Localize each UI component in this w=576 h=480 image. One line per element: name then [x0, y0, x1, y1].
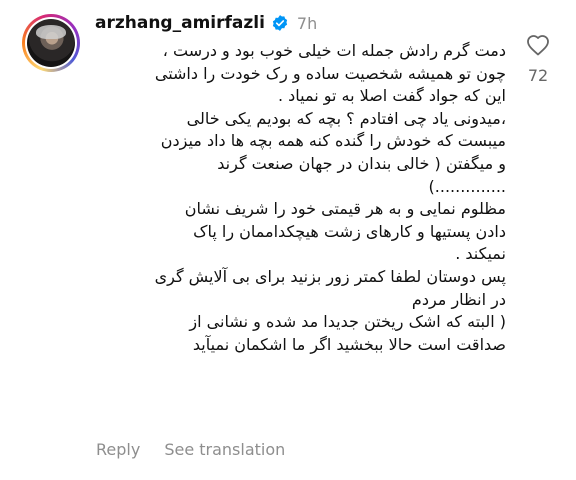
like-area: 72	[520, 34, 556, 85]
comment-line: دمت گرم رادش جمله ات خیلی خوب بود و درست…	[162, 41, 506, 60]
avatar-hair	[36, 25, 66, 39]
comment-line: صداقت است حالا ببخشید اگر ما اشکمان نمیآ…	[192, 334, 506, 354]
username[interactable]: arzhang_amirfazli	[95, 13, 265, 33]
comment-line: دادن پستیها و کارهای زشت هیچکداممان را پ…	[193, 221, 506, 241]
see-translation-button[interactable]: See translation	[164, 440, 285, 459]
comment-line: نمیکند .	[455, 244, 506, 264]
comment-line: در انظار مردم	[411, 289, 506, 309]
comment-actions: Reply See translation	[96, 440, 309, 459]
comment-line: ( البته که اشک ریختن جدیدا مد شده و نشان…	[189, 312, 506, 332]
like-count: 72	[527, 66, 549, 85]
verified-badge-icon	[271, 14, 289, 32]
heart-outline-icon[interactable]	[526, 34, 550, 60]
comment-line: ،میدونی یاد چی افتادم ؟ بچه که بودیم یکی…	[186, 108, 506, 128]
avatar-photo	[27, 19, 75, 67]
comment-header: arzhang_amirfazli 7h	[95, 12, 317, 34]
reply-button[interactable]: Reply	[96, 440, 140, 459]
comment-line: میبست که خودش را گنده کنه همه بچه ها داد…	[160, 131, 506, 151]
comment-text: دمت گرم رادش جمله ات خیلی خوب بود و درست…	[80, 40, 506, 356]
avatar[interactable]	[22, 14, 80, 72]
comment-line: مظلوم نمایی و به هر قیمتی خود را شریف نش…	[184, 199, 506, 219]
comment-line: و میگفتن ( خالی بندان در جهان صنعت گرند	[217, 153, 506, 173]
comment-line: چون تو همیشه شخصیت ساده و رک خودت را داش…	[154, 63, 506, 83]
comment-line: پس دوستان لطفا کمتر زور بزنید برای بی آل…	[154, 266, 506, 286]
comment-line: این که جواد گفت اصلا به تو نمیاد .	[277, 86, 506, 106]
comment-line: ..............)	[428, 176, 506, 196]
timestamp: 7h	[296, 13, 318, 33]
